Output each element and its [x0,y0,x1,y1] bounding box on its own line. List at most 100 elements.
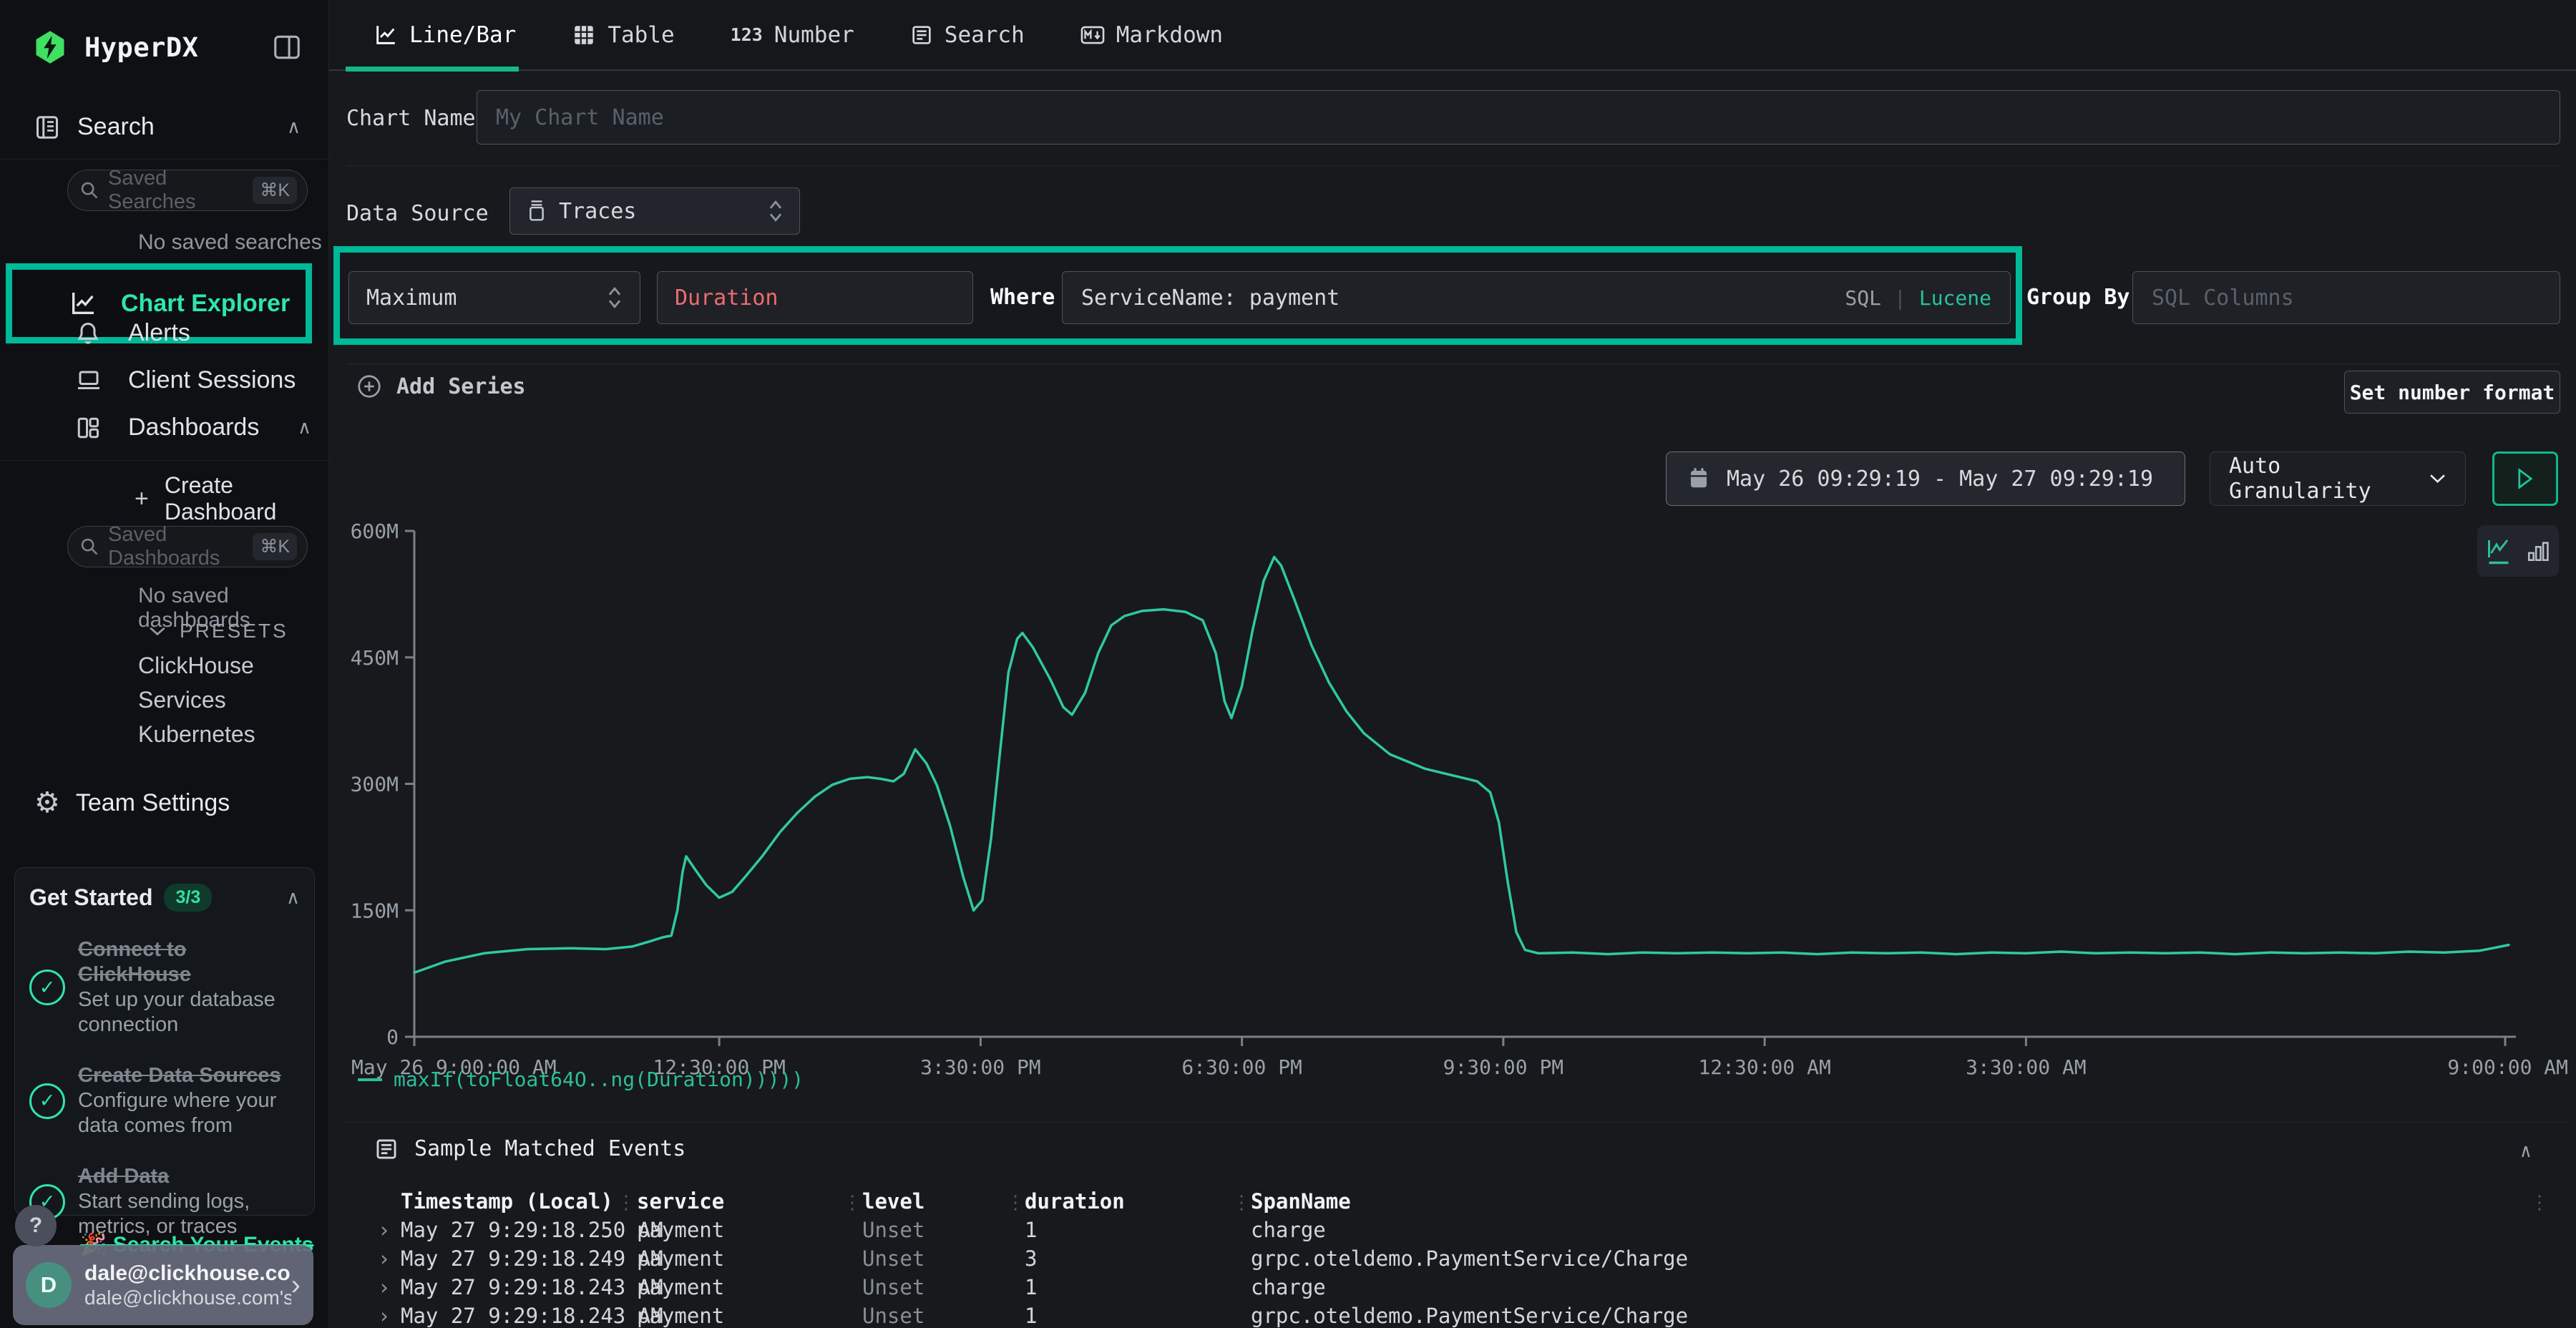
checklist-item[interactable]: ✓ Connect to ClickHouse Set up your data… [29,937,300,1038]
main-content: Line/Bar Table 123 Number [329,0,2576,1328]
table-cell: payment [637,1246,724,1271]
column-header[interactable]: service [637,1189,724,1214]
collapse-sidebar-icon[interactable] [273,35,301,59]
field-value: Duration [675,285,779,311]
field-select[interactable]: Duration [657,271,973,324]
presets-toggle[interactable]: PRESETS [148,620,320,643]
run-query-button[interactable] [2492,451,2558,506]
table-icon [572,23,596,47]
tab-table[interactable]: Table [572,0,674,70]
chevron-down-icon [2429,472,2446,485]
bell-icon [75,320,101,347]
tab-markdown[interactable]: Markdown [1080,0,1223,70]
table-row[interactable]: ›May 27 9:29:18.243 AMpaymentUnset1charg… [346,1275,2559,1304]
where-value: ServiceName: payment [1081,285,1845,311]
date-range-picker[interactable]: May 26 09:29:19 - May 27 09:29:19 [1666,451,2185,506]
x-tick-label: 9:30:00 PM [1443,1055,1564,1079]
sidebar-item-label: Team Settings [76,789,230,817]
chart-name-field[interactable] [477,90,2560,145]
chart-name-input[interactable] [496,105,2541,130]
tab-search[interactable]: Search [910,0,1025,70]
help-button[interactable]: ? [15,1205,57,1246]
legend-series-name: maxIf(toFloat64O..ng(Duration))))) [394,1068,804,1091]
expand-row-icon[interactable]: › [378,1218,390,1242]
check-circle-icon: ✓ [29,970,65,1005]
x-tick-label: 6:30:00 PM [1181,1055,1302,1079]
data-source-label: Data Source [346,201,489,226]
sidebar-item-services[interactable]: Services [138,687,226,713]
user-org: dale@clickhouse.com's [84,1286,291,1309]
divider [346,165,2560,166]
chart-legend[interactable]: maxIf(toFloat64O..ng(Duration))))) [358,1068,804,1091]
column-drag-handle-icon[interactable]: ⋮ [1006,1192,1025,1214]
logo-row[interactable]: HyperDX [31,29,301,66]
expand-row-icon[interactable]: › [378,1275,390,1299]
sidebar-item-client-sessions[interactable]: Client Sessions [75,366,311,394]
tab-number[interactable]: 123 Number [731,0,854,70]
sidebar-item-search[interactable]: Search ∧ [34,113,301,141]
column-drag-handle-icon[interactable]: ⋮ [843,1192,862,1214]
divider [346,1122,2569,1123]
presets-label: PRESETS [180,620,288,643]
column-header[interactable]: Timestamp (Local) [401,1189,613,1214]
group-by-input[interactable] [2152,285,2541,311]
sidebar-item-alerts[interactable]: Alerts [75,319,311,347]
table-cell: May 27 9:29:18.243 AM [401,1275,663,1299]
aggregation-select[interactable]: Maximum [348,271,640,324]
checklist-item[interactable]: ✓ Add Data Start sending logs, metrics, … [29,1164,300,1239]
gear-icon: ⚙ [34,788,60,817]
column-header[interactable]: SpanName [1251,1189,1351,1214]
table-cell: Unset [862,1218,924,1242]
create-dashboard-button[interactable]: + Create Dashboard [135,472,321,525]
legend-swatch [358,1078,382,1081]
saved-dashboards-input[interactable]: Saved Dashboards ⌘K [67,526,308,567]
chart-line-icon [68,289,98,318]
chart-canvas[interactable]: 0150M300M450M600MMay 26 9:00:00 AM12:30:… [329,501,2576,1095]
sidebar-item-team-settings[interactable]: ⚙ Team Settings [34,788,301,817]
sidebar-item-chart-explorer: Chart Explorer [121,290,290,318]
search-icon [79,537,99,557]
table-cell: 1 [1025,1218,1037,1242]
user-menu[interactable]: D dale@clickhouse.com dale@clickhouse.co… [13,1245,313,1325]
x-tick-label: 9:00:00 AM [2447,1055,2568,1079]
table-row[interactable]: ›May 27 9:29:18.249 AMpaymentUnset3grpc.… [346,1246,2559,1275]
saved-searches-input[interactable]: Saved Searches ⌘K [67,170,308,211]
plus-icon: + [135,485,149,513]
column-drag-handle-icon[interactable]: ⋮ [1232,1192,1251,1214]
data-source-select[interactable]: Traces [509,187,800,235]
checklist-item[interactable]: ✓ Create Data Sources Configure where yo… [29,1063,300,1138]
series-line [414,557,2509,973]
sidebar-item-kubernetes[interactable]: Kubernetes [138,721,255,748]
add-series-button[interactable]: Add Series [356,374,526,399]
column-options-icon[interactable]: ⋮ [2530,1192,2549,1214]
where-field[interactable]: ServiceName: payment SQL | Lucene [1062,271,2011,324]
table-row[interactable]: ›May 27 9:29:18.243 AMpaymentUnset1grpc.… [346,1304,2559,1328]
chart-type-tabbar: Line/Bar Table 123 Number [329,0,2576,71]
sql-toggle[interactable]: SQL [1845,286,1881,310]
expand-row-icon[interactable]: › [378,1304,390,1328]
sidebar-item-dashboards[interactable]: Dashboards ∧ [75,414,311,441]
chevron-down-icon [148,625,167,638]
sidebar-item-clickhouse[interactable]: ClickHouse [138,653,254,679]
get-started-card: Get Started 3/3 ∧ ✓ Connect to ClickHous… [14,867,315,1216]
shortcut-badge: ⌘K [253,533,297,560]
set-number-format-button[interactable]: Set number format [2344,371,2560,414]
chart-name-label: Chart Name [346,106,476,131]
select-updown-icon [768,199,784,223]
chevron-up-icon: ∧ [287,116,301,138]
tab-line-bar[interactable]: Line/Bar [374,0,516,70]
column-drag-handle-icon[interactable]: ⋮ [617,1192,635,1214]
lucene-toggle[interactable]: Lucene [1919,286,1991,310]
get-started-header[interactable]: Get Started 3/3 ∧ [29,884,300,912]
table-row[interactable]: ›May 27 9:29:18.250 AMpaymentUnset1charg… [346,1218,2559,1246]
column-header[interactable]: level [862,1189,924,1214]
collapse-panel-icon[interactable]: ∧ [2520,1141,2532,1162]
granularity-select[interactable]: Auto Granularity [2210,451,2466,506]
calendar-icon [1688,467,1709,490]
expand-row-icon[interactable]: › [378,1246,390,1271]
checklist-item-desc: Set up your database connection [78,988,275,1036]
group-by-field[interactable] [2132,271,2560,324]
checklist-item-desc: Configure where your data comes from [78,1089,276,1137]
column-header[interactable]: duration [1025,1189,1125,1214]
sample-events-header[interactable]: Sample Matched Events [374,1136,686,1161]
